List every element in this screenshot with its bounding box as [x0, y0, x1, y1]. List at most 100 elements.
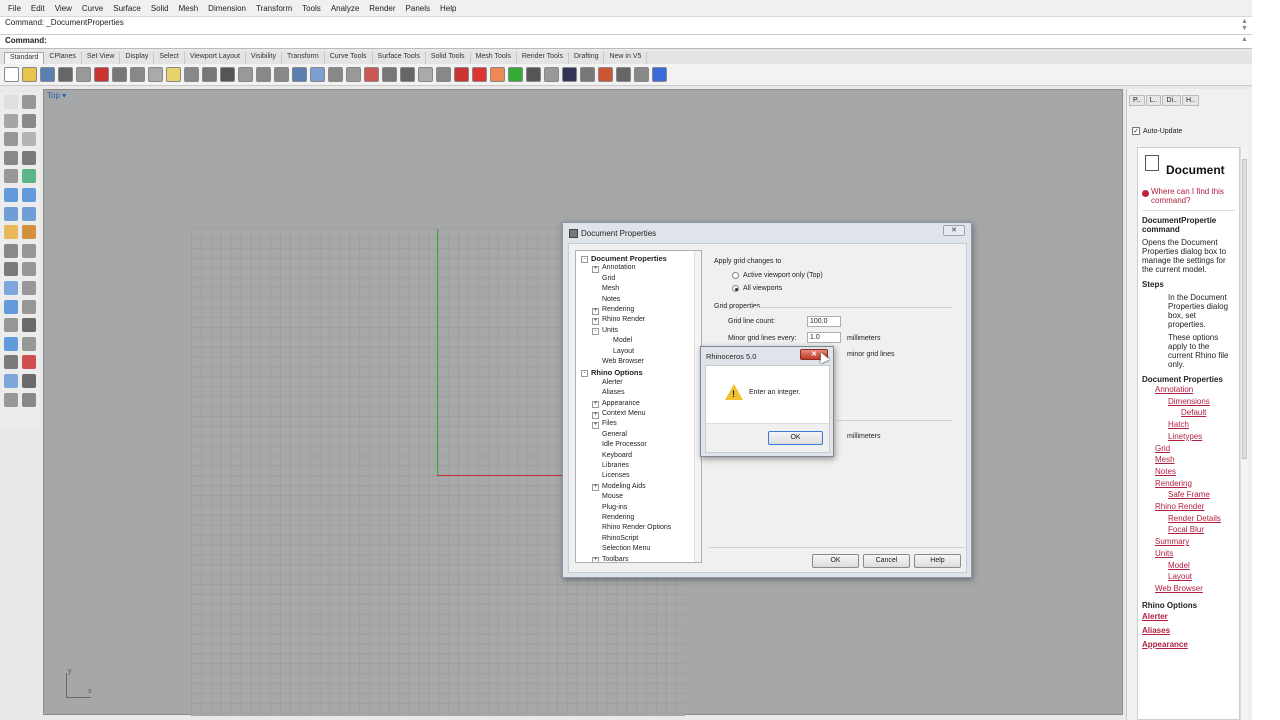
tree-node[interactable]: Mouse — [602, 493, 623, 500]
help-link[interactable]: Aliases — [1142, 624, 1235, 638]
expand-icon[interactable]: + — [592, 401, 599, 409]
help-link[interactable]: Notes — [1155, 466, 1235, 478]
tool-icon[interactable] — [4, 374, 18, 388]
toolbar-tab-surface-tools[interactable]: Surface Tools — [373, 52, 426, 64]
tool-icon[interactable] — [22, 262, 36, 277]
tool-icon[interactable] — [4, 299, 18, 314]
toolbar-tab-mesh-tools[interactable]: Mesh Tools — [471, 52, 517, 64]
toolbar-tool-icon[interactable] — [274, 67, 289, 82]
tool-icon[interactable] — [22, 318, 36, 333]
toolbar-tool-icon[interactable] — [490, 67, 505, 82]
tool-icon[interactable] — [22, 355, 36, 370]
tool-icon[interactable] — [4, 262, 18, 277]
cancel-button[interactable]: Cancel — [863, 554, 910, 568]
expand-icon[interactable]: + — [592, 317, 599, 325]
tool-icon[interactable] — [4, 392, 18, 407]
help-link[interactable]: Model — [1168, 560, 1235, 572]
toolbar-tool-icon[interactable] — [598, 67, 613, 82]
tool-icon[interactable] — [4, 150, 18, 165]
tree-node[interactable]: Units — [602, 327, 618, 334]
tool-icon[interactable] — [4, 225, 18, 240]
menu-item-analyze[interactable]: Analyze — [326, 4, 364, 13]
tree-node[interactable]: Aliases — [602, 389, 625, 396]
panel-tab[interactable]: L.. — [1145, 95, 1162, 106]
toolbar-tab-display[interactable]: Display — [120, 52, 155, 64]
tree-node[interactable]: Rhino Options — [591, 368, 643, 377]
tree-node[interactable]: RhinoScript — [602, 535, 638, 542]
tool-icon[interactable] — [4, 95, 18, 109]
settings-tree[interactable]: - Document Properties + Annotation Grid Mesh N… — [575, 250, 702, 563]
expand-icon[interactable]: + — [592, 411, 599, 419]
tree-node[interactable]: Plug-ins — [602, 504, 627, 511]
help-link[interactable]: Dimensions — [1168, 396, 1235, 408]
ok-button[interactable]: OK — [812, 554, 859, 568]
expand-icon[interactable]: + — [592, 484, 599, 492]
menu-item-view[interactable]: View — [50, 4, 77, 13]
help-link[interactable]: Summary — [1155, 536, 1235, 548]
menu-item-file[interactable]: File — [3, 4, 26, 13]
toolbar-tab-visibility[interactable]: Visibility — [246, 52, 283, 64]
tree-node[interactable]: Modeling Aids — [602, 483, 646, 490]
toolbar-tab-cplanes[interactable]: CPlanes — [44, 52, 82, 64]
toolbar-tab-drafting[interactable]: Drafting — [569, 52, 605, 64]
tool-icon[interactable] — [4, 113, 18, 128]
tool-icon[interactable] — [22, 374, 36, 388]
toolbar-tool-icon[interactable] — [508, 67, 523, 82]
help-link[interactable]: Layout — [1168, 571, 1235, 583]
toolbar-tool-icon[interactable] — [184, 67, 199, 82]
menu-item-render[interactable]: Render — [364, 4, 400, 13]
expand-icon[interactable]: + — [592, 421, 599, 429]
toolbar-tool-icon[interactable] — [202, 67, 217, 82]
toolbar-tool-icon[interactable] — [40, 67, 55, 82]
tree-node[interactable]: Layout — [613, 348, 634, 355]
tree-node[interactable]: Rhino Render Options — [602, 524, 671, 531]
toolbar-tab-transform[interactable]: Transform — [282, 52, 325, 64]
command-line[interactable]: Command: ▲ — [0, 35, 1252, 49]
toolbar-tool-icon[interactable] — [382, 67, 397, 82]
toolbar-tool-icon[interactable] — [130, 67, 145, 82]
tool-icon[interactable] — [22, 206, 36, 221]
grid-line-count-field[interactable]: 100.0 — [807, 316, 841, 327]
panel-tab[interactable]: P.. — [1129, 95, 1145, 106]
tool-icon[interactable] — [4, 318, 18, 333]
tree-node[interactable]: Rhino Render — [602, 316, 645, 323]
menu-item-curve[interactable]: Curve — [77, 4, 108, 13]
toolbar-tool-icon[interactable] — [310, 67, 325, 82]
toolbar-tool-icon[interactable] — [4, 67, 19, 82]
panel-tab[interactable]: H.. — [1181, 95, 1199, 106]
tree-node[interactable]: Rendering — [602, 514, 634, 521]
toolbar-tab-set-view[interactable]: Set View — [82, 52, 121, 64]
help-button[interactable]: Help — [914, 554, 961, 568]
tool-icon[interactable] — [4, 281, 18, 295]
tree-node[interactable]: Licenses — [602, 472, 630, 479]
tree-node[interactable]: Idle Processor — [602, 441, 647, 448]
toolbar-tool-icon[interactable] — [418, 67, 433, 82]
help-link[interactable]: Mesh — [1155, 454, 1235, 466]
collapse-icon[interactable]: - — [581, 369, 588, 377]
help-link[interactable]: Appearance — [1142, 638, 1235, 652]
tool-icon[interactable] — [22, 132, 36, 147]
tool-icon[interactable] — [22, 281, 36, 295]
toolbar-tab-curve-tools[interactable]: Curve Tools — [325, 52, 373, 64]
toolbar-tool-icon[interactable] — [94, 67, 109, 82]
toolbar-tab-viewport-layout[interactable]: Viewport Layout — [185, 52, 246, 64]
tree-node[interactable]: Context Menu — [602, 410, 646, 417]
help-link[interactable]: Default — [1181, 407, 1235, 419]
tool-icon[interactable] — [4, 132, 18, 147]
where-can-i-find-link[interactable]: Where can I find this command? — [1142, 187, 1235, 205]
radio-active-viewport[interactable] — [732, 272, 739, 279]
toolbar-tool-icon[interactable] — [238, 67, 253, 82]
help-link[interactable]: Render Details — [1168, 513, 1235, 525]
auto-update-checkbox[interactable]: ✓ Auto-Update — [1132, 127, 1182, 135]
toolbar-tool-icon[interactable] — [256, 67, 271, 82]
menu-item-edit[interactable]: Edit — [26, 4, 50, 13]
tree-node[interactable]: Grid — [602, 275, 615, 282]
tool-icon[interactable] — [4, 188, 18, 202]
tree-node[interactable]: Libraries — [602, 462, 629, 469]
tool-icon[interactable] — [22, 392, 36, 407]
tool-icon[interactable] — [22, 113, 36, 128]
toolbar-tool-icon[interactable] — [400, 67, 415, 82]
help-link[interactable]: Rendering — [1155, 478, 1235, 490]
tool-icon[interactable] — [22, 169, 36, 184]
toolbar-tool-icon[interactable] — [328, 67, 343, 82]
